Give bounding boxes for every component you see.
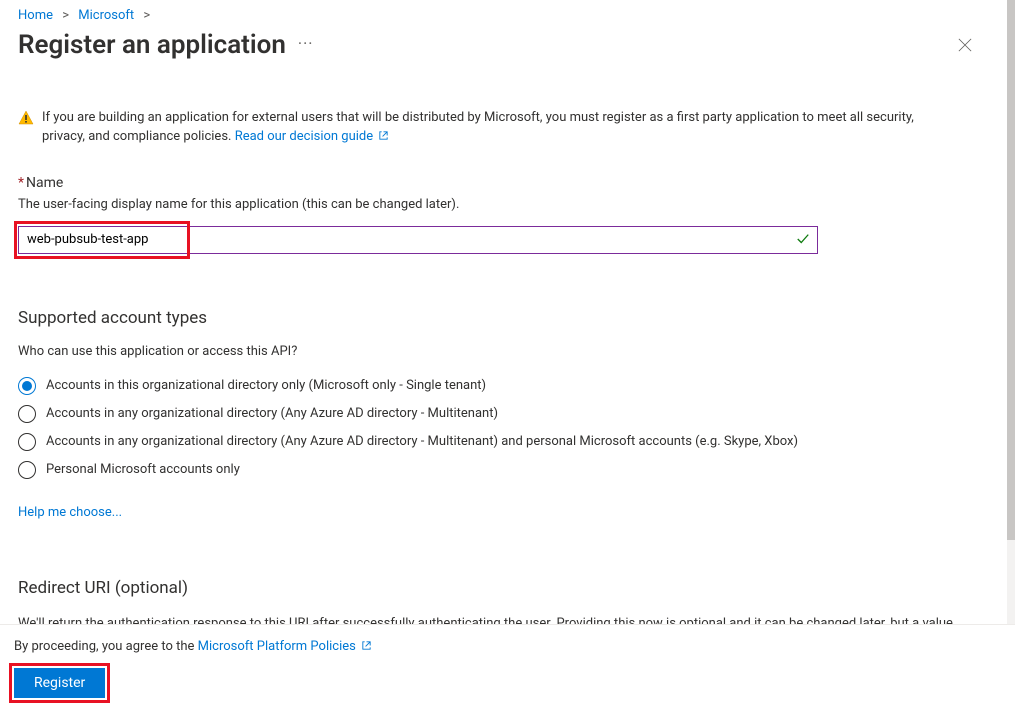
radio-label: Accounts in any organizational directory… (46, 406, 498, 421)
close-button[interactable] (949, 29, 981, 61)
radio-icon (18, 433, 36, 451)
name-label: *Name (18, 175, 987, 191)
radio-icon (18, 461, 36, 479)
more-icon[interactable]: ··· (298, 34, 314, 57)
close-icon (958, 38, 972, 52)
radio-multitenant[interactable]: Accounts in any organizational directory… (18, 405, 987, 423)
chevron-right-icon: > (62, 8, 69, 23)
account-types-radio-group: Accounts in this organizational director… (18, 377, 987, 479)
radio-label: Personal Microsoft accounts only (46, 462, 240, 477)
account-types-sub: Who can use this application or access t… (18, 344, 987, 359)
account-types-heading: Supported account types (18, 308, 987, 328)
valid-check-icon (796, 232, 810, 250)
name-help: The user-facing display name for this ap… (18, 197, 987, 212)
external-link-icon (378, 130, 389, 141)
chevron-right-icon: > (143, 8, 150, 23)
breadcrumb-link-home[interactable]: Home (18, 8, 53, 23)
radio-label: Accounts in any organizational directory… (46, 434, 798, 449)
radio-icon (18, 377, 36, 395)
radio-multitenant-personal[interactable]: Accounts in any organizational directory… (18, 433, 987, 451)
radio-label: Accounts in this organizational director… (46, 378, 486, 393)
help-me-choose-link[interactable]: Help me choose... (18, 505, 122, 520)
footer: By proceeding, you agree to the Microsof… (0, 624, 1015, 720)
scrollbar-track[interactable] (1007, 0, 1015, 624)
register-button[interactable]: Register (14, 668, 105, 698)
warning-message: If you are building an application for e… (18, 109, 958, 147)
external-link-icon (361, 640, 372, 651)
platform-policies-link[interactable]: Microsoft Platform Policies (198, 639, 372, 654)
breadcrumb-link-microsoft[interactable]: Microsoft (78, 8, 134, 23)
name-input[interactable] (18, 226, 818, 254)
warning-text: If you are building an application for e… (42, 110, 914, 144)
warning-icon (18, 110, 34, 133)
decision-guide-link[interactable]: Read our decision guide (235, 129, 390, 144)
radio-single-tenant[interactable]: Accounts in this organizational director… (18, 377, 987, 395)
radio-icon (18, 405, 36, 423)
breadcrumb: Home > Microsoft > (18, 6, 987, 29)
scrollbar-thumb[interactable] (1007, 0, 1015, 540)
redirect-heading: Redirect URI (optional) (18, 578, 987, 598)
radio-personal-only[interactable]: Personal Microsoft accounts only (18, 461, 987, 479)
agree-prefix: By proceeding, you agree to the (14, 639, 198, 654)
page-title: Register an application (18, 30, 286, 60)
